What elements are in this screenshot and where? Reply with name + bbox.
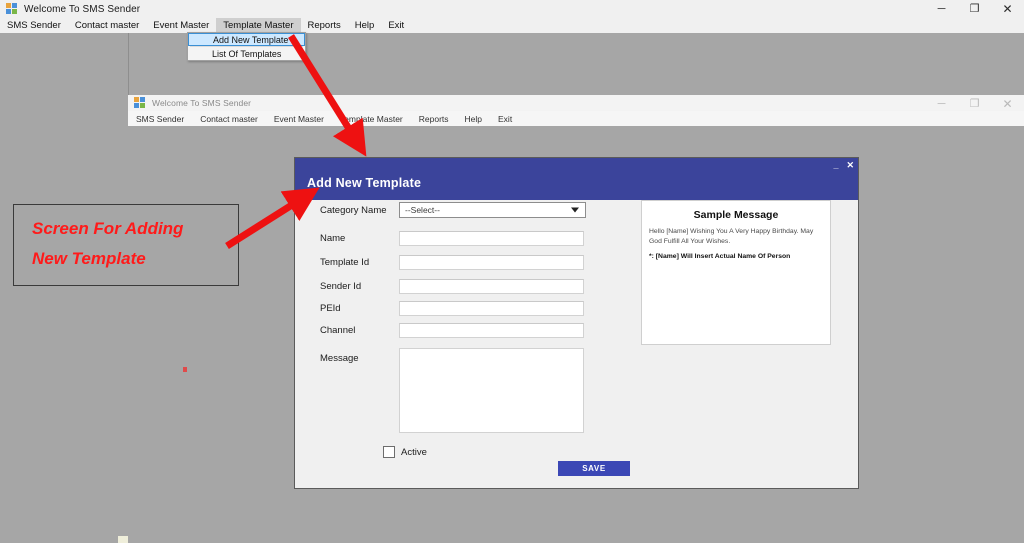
outer-window-controls: ─ ❐ ✕ bbox=[925, 0, 1024, 18]
menu-item-exit[interactable]: Exit bbox=[381, 18, 411, 33]
dialog-close-icon[interactable]: ✕ bbox=[846, 160, 854, 170]
active-checkbox-label: Active bbox=[401, 446, 427, 458]
minimize-icon[interactable]: ─ bbox=[925, 0, 958, 18]
active-checkbox[interactable] bbox=[383, 446, 395, 458]
maximize-icon[interactable]: ❐ bbox=[958, 0, 991, 18]
outer-window-title: Welcome To SMS Sender bbox=[24, 3, 141, 15]
outer-menu-bar: SMS Sender Contact master Event Master T… bbox=[0, 18, 1024, 33]
menu-item-help[interactable]: Help bbox=[348, 18, 382, 33]
inner-menu-item-reports[interactable]: Reports bbox=[411, 111, 457, 126]
dialog-title-bar: Add New Template _ ✕ bbox=[295, 158, 858, 201]
menu-item-template-master[interactable]: Template Master bbox=[216, 18, 301, 33]
outer-title-bar: Welcome To SMS Sender ─ ❐ ✕ bbox=[0, 0, 1024, 18]
inner-menu-item-template-master[interactable]: Template Master bbox=[332, 111, 411, 126]
menu-item-reports[interactable]: Reports bbox=[301, 18, 348, 33]
dialog-window-controls: _ ✕ bbox=[833, 160, 854, 170]
inner-menu-bar: SMS Sender Contact master Event Master T… bbox=[128, 111, 1024, 126]
inner-menu-item-contact-master[interactable]: Contact master bbox=[192, 111, 266, 126]
sample-message-body: Hello [Name] Wishing You A Very Happy Bi… bbox=[649, 228, 814, 245]
dialog-title: Add New Template bbox=[307, 176, 422, 190]
dialog-minimize-icon[interactable]: _ bbox=[833, 160, 838, 170]
sample-message-title: Sample Message bbox=[693, 209, 779, 221]
menu-item-event-master[interactable]: Event Master bbox=[146, 18, 216, 33]
inner-app-icon bbox=[134, 97, 146, 109]
close-icon[interactable]: ✕ bbox=[991, 0, 1024, 18]
red-dot-marker bbox=[183, 367, 187, 372]
annotation-line-1: Screen For Adding bbox=[32, 219, 184, 238]
annotation-callout-box: Screen For Adding New Template bbox=[13, 204, 239, 286]
inner-window-title: Welcome To SMS Sender bbox=[152, 98, 252, 108]
save-button[interactable]: SAVE bbox=[558, 461, 630, 476]
inner-menu-item-sms-sender[interactable]: SMS Sender bbox=[128, 111, 192, 126]
menu-item-sms-sender[interactable]: SMS Sender bbox=[0, 18, 68, 33]
sample-message-panel: Sample Message Hello [Name] Wishing You … bbox=[641, 200, 831, 345]
sample-message-note: *: [Name] Will Insert Actual Name Of Per… bbox=[649, 253, 791, 260]
inner-menu-item-exit[interactable]: Exit bbox=[490, 111, 520, 126]
annotation-line-2: New Template bbox=[32, 249, 146, 268]
active-checkbox-row[interactable]: Active bbox=[383, 446, 427, 458]
template-master-dropdown: Add New Template List Of Templates bbox=[187, 32, 306, 61]
menu-item-contact-master[interactable]: Contact master bbox=[68, 18, 146, 33]
inner-menu-item-event-master[interactable]: Event Master bbox=[266, 111, 332, 126]
dropdown-item-list-of-templates[interactable]: List Of Templates bbox=[188, 47, 305, 60]
inner-menu-item-help[interactable]: Help bbox=[457, 111, 490, 126]
app-icon bbox=[6, 3, 18, 15]
dropdown-item-add-new-template[interactable]: Add New Template bbox=[188, 33, 305, 46]
inner-title-bar: Welcome To SMS Sender ─ ❐ ✕ bbox=[128, 95, 1024, 111]
